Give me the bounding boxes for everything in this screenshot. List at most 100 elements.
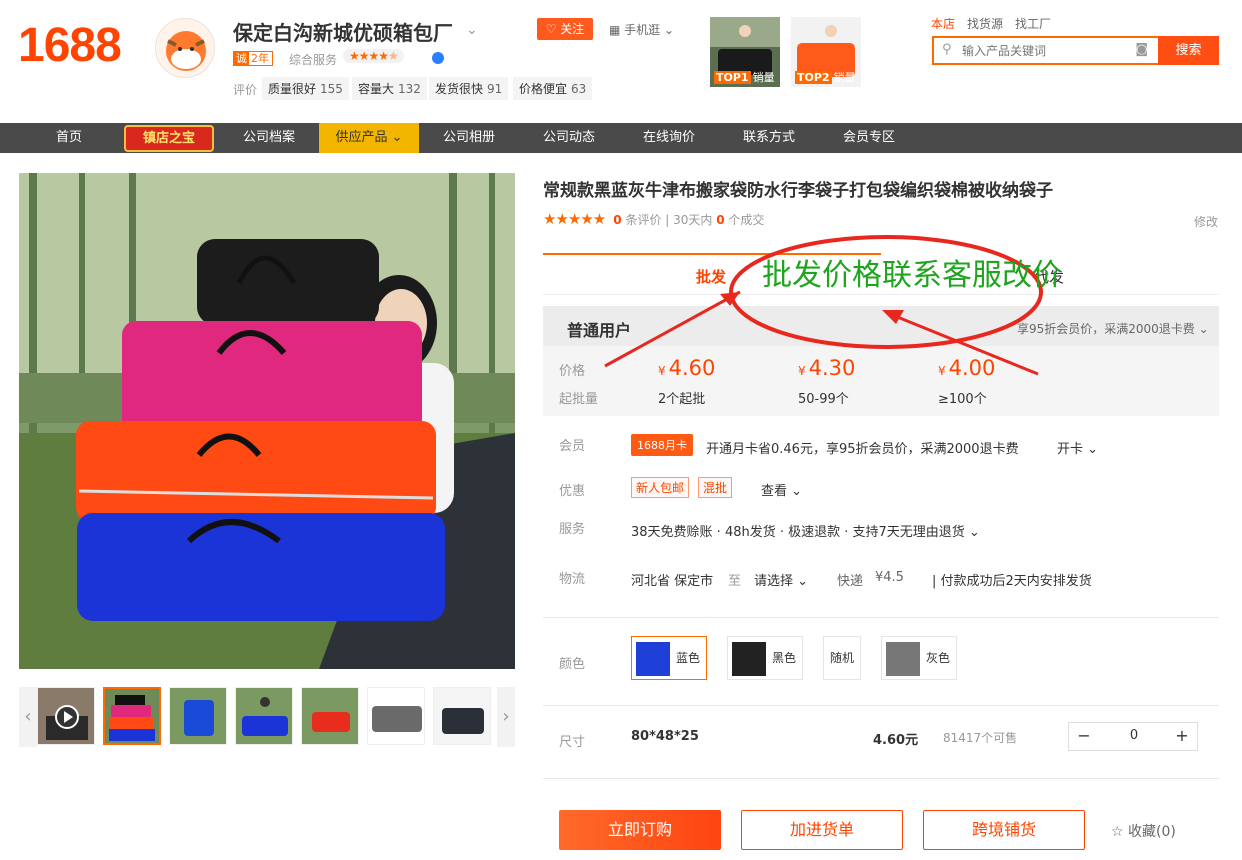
eval-tag[interactable]: 发货很快 91 bbox=[429, 77, 509, 100]
logistics-note-text: 付款成功后2天内安排发货 bbox=[940, 574, 1092, 589]
main-product-image[interactable] bbox=[19, 173, 515, 669]
scope-store[interactable]: 本店 bbox=[931, 17, 955, 31]
color-option-random[interactable]: 随机 bbox=[823, 636, 861, 680]
chevron-down-icon[interactable]: ⌄ bbox=[466, 22, 478, 38]
search-scopes: 本店 找货源 找工厂 bbox=[931, 15, 1063, 32]
nav-home[interactable]: 首页 bbox=[40, 123, 98, 153]
thumb-image[interactable] bbox=[301, 687, 359, 745]
logistics-method: 快递 bbox=[837, 574, 864, 589]
top-product-1[interactable]: TOP1 销量 bbox=[710, 17, 780, 87]
thumb-image[interactable] bbox=[433, 687, 491, 745]
thumb-image[interactable] bbox=[367, 687, 425, 745]
chat-icon[interactable] bbox=[432, 52, 444, 64]
review-label[interactable]: 条评价 bbox=[625, 213, 661, 227]
service-text[interactable]: 38天免费赊账 · 48h发货 · 极速退款 · 支持7天无理由退货 ⌄ bbox=[631, 521, 980, 540]
member-text: 开通月卡省0.46元，享95折会员价，采满2000退卡费 bbox=[706, 442, 1019, 457]
nav-inquiry[interactable]: 在线询价 bbox=[626, 123, 712, 153]
thumb-image[interactable] bbox=[103, 687, 161, 745]
nav-products[interactable]: 供应产品 ⌄ bbox=[319, 123, 419, 153]
nav-news[interactable]: 公司动态 bbox=[526, 123, 612, 153]
product-title: 常规款黑蓝灰牛津布搬家袋防水行李袋子打包袋编织袋棉被收纳袋子 bbox=[543, 181, 1053, 201]
add-to-cart-button[interactable]: 加进货单 bbox=[741, 810, 903, 850]
thumb-video[interactable] bbox=[37, 687, 95, 745]
quantity-value[interactable]: 0 bbox=[1109, 728, 1159, 743]
top-product-2[interactable]: TOP2 销量 bbox=[791, 17, 861, 87]
cross-border-button[interactable]: 跨境铺货 bbox=[923, 810, 1085, 850]
company-name[interactable]: 保定白沟新城优硕箱包厂 bbox=[233, 17, 453, 46]
increment-button[interactable]: + bbox=[1169, 726, 1195, 745]
promo-view-label: 查看 bbox=[761, 484, 788, 499]
camera-icon[interactable]: ◙ bbox=[1135, 42, 1148, 57]
service-stars: ★★★★★ bbox=[343, 49, 404, 63]
nav-member[interactable]: 会员专区 bbox=[826, 123, 912, 153]
member-label: 会员 bbox=[559, 439, 586, 454]
logistics-note: | 付款成功后2天内安排发货 bbox=[932, 574, 1092, 589]
tier-price: ¥4.30 bbox=[798, 356, 855, 380]
search-input[interactable] bbox=[962, 38, 1142, 63]
destination-select[interactable]: 请选择 ⌄ bbox=[754, 570, 808, 589]
open-card-link[interactable]: 开卡 ⌄ bbox=[1057, 438, 1098, 457]
heart-icon: ♡ bbox=[545, 22, 557, 36]
service-label: 综合服务 bbox=[289, 53, 338, 67]
eval-tag[interactable]: 质量很好 155 bbox=[262, 77, 349, 100]
color-label: 颜色 bbox=[559, 657, 586, 672]
shop-avatar[interactable] bbox=[155, 18, 215, 78]
tag-count: 91 bbox=[487, 82, 503, 96]
member-card-badge: 1688月卡 bbox=[631, 434, 693, 456]
tag-label: 质量很好 bbox=[268, 82, 317, 96]
search-button[interactable]: 搜索 bbox=[1158, 36, 1219, 65]
favorite-button[interactable]: ☆ 收藏(0) bbox=[1111, 821, 1176, 841]
thumb-image[interactable] bbox=[235, 687, 293, 745]
color-option-blue[interactable]: 蓝色 bbox=[631, 636, 707, 680]
site-logo[interactable]: 1688 bbox=[18, 22, 122, 70]
tag-count: 132 bbox=[398, 82, 421, 96]
tier-price-value: 4.60 bbox=[668, 356, 716, 380]
color-option-gray[interactable]: 灰色 bbox=[881, 636, 957, 680]
top-sales: 销量 bbox=[833, 71, 856, 84]
currency: ¥ bbox=[938, 364, 946, 378]
eval-tag[interactable]: 价格便宜 63 bbox=[513, 77, 593, 100]
tier-moq: 2个起批 bbox=[658, 392, 706, 407]
divider bbox=[543, 778, 1219, 779]
nav-products-label: 供应产品 bbox=[335, 130, 388, 145]
currency: ¥ bbox=[658, 364, 666, 378]
top-rank: TOP1 bbox=[714, 71, 751, 84]
thumbs-prev-button[interactable]: ‹ bbox=[19, 687, 37, 747]
mobile-shop-link[interactable]: ▦ 手机逛 ⌄ bbox=[609, 21, 674, 38]
thumb-image[interactable] bbox=[169, 687, 227, 745]
scope-source[interactable]: 找货源 bbox=[967, 17, 1003, 31]
thumbs-next-button[interactable]: › bbox=[497, 687, 515, 747]
vip-note[interactable]: 享95折会员价，采满2000退卡费 ⌄ bbox=[1017, 320, 1209, 337]
moq-label: 起批量 bbox=[559, 392, 599, 407]
color-swatch bbox=[732, 641, 766, 676]
decrement-button[interactable]: − bbox=[1071, 726, 1097, 745]
promo-label: 优惠 bbox=[559, 484, 586, 499]
nav-album[interactable]: 公司相册 bbox=[426, 123, 512, 153]
follow-button[interactable]: ♡ 关注 bbox=[537, 18, 593, 40]
nav-contact[interactable]: 联系方式 bbox=[726, 123, 812, 153]
scope-factory[interactable]: 找工厂 bbox=[1015, 17, 1051, 31]
nav-treasure[interactable]: 镇店之宝 bbox=[124, 125, 214, 152]
buy-now-button[interactable]: 立即订购 bbox=[559, 810, 721, 850]
mobile-label: 手机逛 bbox=[624, 23, 661, 37]
color-name: 随机 bbox=[829, 651, 854, 665]
price-label: 价格 bbox=[559, 364, 586, 379]
divider bbox=[543, 617, 1219, 618]
service-row-label: 服务 bbox=[559, 522, 586, 537]
color-swatch bbox=[886, 641, 920, 676]
promo-tag: 混批 bbox=[698, 477, 733, 498]
modify-link[interactable]: 修改 bbox=[1194, 213, 1218, 230]
cheng-prefix: 诚 bbox=[234, 52, 249, 65]
promo-view-link[interactable]: 查看 ⌄ bbox=[761, 480, 802, 499]
tab-indicator bbox=[543, 253, 881, 255]
divider bbox=[543, 705, 1219, 706]
color-name: 灰色 bbox=[926, 651, 951, 665]
nav-company-profile[interactable]: 公司档案 bbox=[226, 123, 312, 153]
top-sales: 销量 bbox=[752, 71, 775, 84]
color-option-black[interactable]: 黑色 bbox=[727, 636, 803, 680]
eval-label: 评价 bbox=[233, 83, 258, 97]
tab-wholesale[interactable]: 批发 bbox=[696, 266, 726, 287]
divider bbox=[543, 294, 1219, 295]
eval-tag[interactable]: 容量大 132 bbox=[352, 77, 427, 100]
tag-count: 63 bbox=[571, 82, 587, 96]
